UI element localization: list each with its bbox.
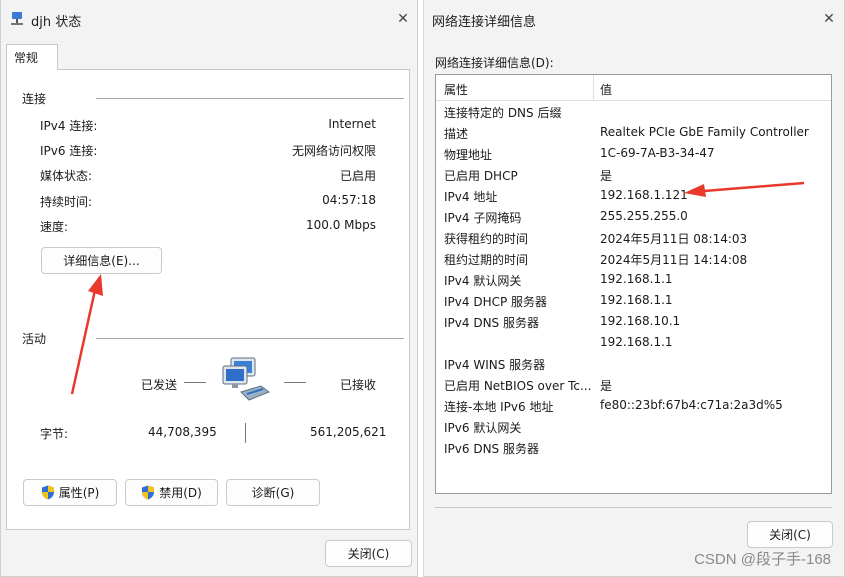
status-window: djh 状态 ✕ 常规 连接 IPv4 连接: Internet IPv6 连接… <box>0 0 418 577</box>
list-item-value: 192.168.1.1 <box>600 335 673 349</box>
list-item-property: IPv4 DHCP 服务器 <box>444 295 548 309</box>
duration-value: 04:57:18 <box>322 193 376 207</box>
sent-line <box>184 382 206 383</box>
list-item-value: 192.168.1.1 <box>600 293 673 307</box>
ipv6-connectivity-label: IPv6 连接: <box>40 144 98 158</box>
list-item-property: IPv6 DNS 服务器 <box>444 442 539 456</box>
divider <box>435 507 832 508</box>
connection-heading: 连接 <box>22 92 47 106</box>
details-list[interactable]: 属性 值 连接特定的 DNS 后缀 描述 Realtek PCIe GbE Fa… <box>435 74 832 494</box>
divider <box>96 98 404 99</box>
list-item-value: 192.168.1.1 <box>600 272 673 286</box>
bytes-separator <box>245 423 246 443</box>
list-item-property: 已启用 DHCP <box>444 169 518 183</box>
received-line <box>284 382 306 383</box>
disable-button-label: 禁用(D) <box>159 486 202 500</box>
network-computers-icon <box>222 357 271 401</box>
close-button[interactable]: 关闭(C) <box>325 540 412 567</box>
activity-heading: 活动 <box>22 332 47 346</box>
shield-icon <box>41 485 54 500</box>
list-item-property: 描述 <box>444 127 469 141</box>
status-titlebar: djh 状态 ✕ <box>1 0 417 38</box>
ipv4-connectivity-label: IPv4 连接: <box>40 119 98 133</box>
shield-icon <box>142 485 155 500</box>
details-window-title: 网络连接详细信息 <box>432 15 537 30</box>
list-item-property: IPv4 默认网关 <box>444 274 522 288</box>
column-header-property[interactable]: 属性 <box>444 81 468 98</box>
list-item-value: fe80::23bf:67b4:c71a:2a3d%5 <box>600 398 783 412</box>
list-item-value: 1C-69-7A-B3-34-47 <box>600 146 715 160</box>
watermark: CSDN @段子手-168 <box>694 551 831 568</box>
sent-label: 已发送 <box>141 378 178 392</box>
divider <box>96 338 404 339</box>
status-window-title: djh 状态 <box>31 15 82 30</box>
list-item-value: 是 <box>600 379 613 393</box>
received-label: 已接收 <box>340 378 377 392</box>
list-item-value: 192.168.10.1 <box>600 314 681 328</box>
properties-button-label: 属性(P) <box>58 486 100 500</box>
list-item-property: 物理地址 <box>444 148 493 162</box>
media-state-value: 已启用 <box>339 169 376 183</box>
details-button[interactable]: 详细信息(E)... <box>41 247 162 274</box>
list-item-property: IPv4 子网掩码 <box>444 211 522 225</box>
list-item-value: 192.168.1.121 <box>600 188 688 202</box>
list-item-property: 已启用 NetBIOS over Tc... <box>444 379 592 393</box>
list-item-value: 2024年5月11日 08:14:03 <box>600 232 748 246</box>
close-button[interactable]: 关闭(C) <box>747 521 833 548</box>
list-item-property: IPv4 地址 <box>444 190 498 204</box>
duration-label: 持续时间: <box>40 195 93 209</box>
media-state-label: 媒体状态: <box>40 169 93 183</box>
list-item-property: IPv4 DNS 服务器 <box>444 316 539 330</box>
list-header: 属性 值 <box>436 75 831 101</box>
speed-value: 100.0 Mbps <box>305 218 376 232</box>
properties-button[interactable]: 属性(P) <box>23 479 117 506</box>
list-item-property: 获得租约的时间 <box>444 232 529 246</box>
list-item-value: Realtek PCIe GbE Family Controller <box>600 125 809 139</box>
list-item-property: 连接-本地 IPv6 地址 <box>444 400 554 414</box>
column-separator[interactable] <box>593 75 594 101</box>
ipv6-connectivity-value: 无网络访问权限 <box>291 144 376 158</box>
tab-general[interactable]: 常规 <box>6 44 58 70</box>
general-panel <box>6 69 410 530</box>
bytes-sent-value: 44,708,395 <box>148 425 217 439</box>
list-item-property: IPv6 默认网关 <box>444 421 522 435</box>
speed-label: 速度: <box>40 220 69 234</box>
list-item-property: 连接特定的 DNS 后缀 <box>444 106 562 120</box>
list-item-value: 2024年5月11日 14:14:08 <box>600 253 748 267</box>
close-icon[interactable]: ✕ <box>391 7 415 31</box>
diagnose-button[interactable]: 诊断(G) <box>226 479 320 506</box>
bytes-received-value: 561,205,621 <box>310 425 387 439</box>
details-subheading: 网络连接详细信息(D): <box>435 56 554 70</box>
ipv4-connectivity-value: Internet <box>328 117 376 131</box>
list-item-value: 255.255.255.0 <box>600 209 688 223</box>
column-header-value[interactable]: 值 <box>600 81 612 98</box>
disable-button[interactable]: 禁用(D) <box>125 479 218 506</box>
bytes-label: 字节: <box>40 427 69 441</box>
list-item-value: 是 <box>600 169 613 183</box>
details-titlebar: 网络连接详细信息 ✕ <box>424 0 844 38</box>
list-item-property: IPv4 WINS 服务器 <box>444 358 546 372</box>
network-adapter-icon <box>11 12 23 25</box>
list-item-property: 租约过期的时间 <box>444 253 529 267</box>
close-icon[interactable]: ✕ <box>817 7 841 31</box>
details-window: 网络连接详细信息 ✕ 网络连接详细信息(D): 属性 值 连接特定的 DNS 后… <box>423 0 845 577</box>
